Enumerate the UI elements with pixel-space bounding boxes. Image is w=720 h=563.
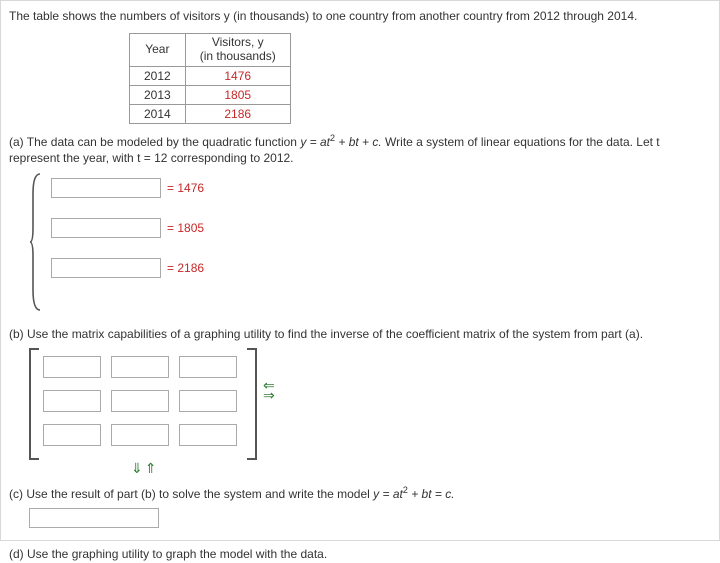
equation-rhs: = 1805 <box>167 221 204 235</box>
system-equations: = 1476 = 1805 = 2186 <box>29 172 707 312</box>
value-cell: 1805 <box>185 85 290 104</box>
table-row: 2014 2186 <box>130 104 291 123</box>
matrix-cell-13[interactable] <box>179 356 237 378</box>
column-arrows[interactable]: ⇐ ⇒ <box>263 380 275 400</box>
model-answer-input[interactable] <box>29 508 159 528</box>
part-b-text: (b) Use the matrix capabilities of a gra… <box>9 326 707 342</box>
matrix-cell-12[interactable] <box>111 356 169 378</box>
matrix-cell-11[interactable] <box>43 356 101 378</box>
matrix-block: ⇐ ⇒ ⇓⇑ <box>29 348 707 456</box>
part-c-text: (c) Use the result of part (b) to solve … <box>9 484 707 502</box>
equation-input-1[interactable] <box>51 178 161 198</box>
equation-row: = 2186 <box>51 258 204 278</box>
matrix-cell-22[interactable] <box>111 390 169 412</box>
pc-lead: (c) Use the result of part (b) to solve … <box>9 487 373 501</box>
part-a-text: (a) The data can be modeled by the quadr… <box>9 132 707 166</box>
matrix-cell-21[interactable] <box>43 390 101 412</box>
matrix-cell-32[interactable] <box>111 424 169 446</box>
remove-row-icon[interactable]: ⇑ <box>145 460 159 476</box>
left-bracket-icon <box>29 348 39 460</box>
year-cell: 2013 <box>130 85 186 104</box>
pa-eq-post: + bt + c. <box>335 135 385 149</box>
pa-eq-pre: y = at <box>300 135 330 149</box>
add-column-icon[interactable]: ⇒ <box>263 390 275 400</box>
col-visitors-header: Visitors, y (in thousands) <box>185 34 290 67</box>
matrix-cell-33[interactable] <box>179 424 237 446</box>
equation-row: = 1805 <box>51 218 204 238</box>
vis-head-l2: (in thousands) <box>200 49 276 63</box>
value-cell: 2186 <box>185 104 290 123</box>
vis-head-l1: Visitors, y <box>212 35 264 49</box>
intro-text: The table shows the numbers of visitors … <box>9 9 707 23</box>
table-row: 2012 1476 <box>130 66 291 85</box>
problem-frame: The table shows the numbers of visitors … <box>0 0 720 541</box>
add-row-icon[interactable]: ⇓ <box>131 460 145 476</box>
equation-input-2[interactable] <box>51 218 161 238</box>
matrix-grid <box>43 356 239 450</box>
right-bracket-icon <box>247 348 257 460</box>
matrix-cell-23[interactable] <box>179 390 237 412</box>
col-year-header: Year <box>130 34 186 67</box>
row-arrows[interactable]: ⇓⇑ <box>131 460 158 477</box>
pa-lead: (a) The data can be modeled by the quadr… <box>9 135 300 149</box>
data-table: Year Visitors, y (in thousands) 2012 147… <box>129 33 291 124</box>
equation-row: = 1476 <box>51 178 204 198</box>
year-cell: 2014 <box>130 104 186 123</box>
equation-rhs: = 1476 <box>167 181 204 195</box>
value-cell: 1476 <box>185 66 290 85</box>
table-row: 2013 1805 <box>130 85 291 104</box>
left-brace-icon <box>29 172 43 312</box>
year-cell: 2012 <box>130 66 186 85</box>
equation-input-3[interactable] <box>51 258 161 278</box>
part-d-text: (d) Use the graphing utility to graph th… <box>9 546 707 562</box>
pc-eq-post: + bt = c. <box>408 487 455 501</box>
equation-rhs: = 2186 <box>167 261 204 275</box>
pc-eq-pre: y = at <box>373 487 403 501</box>
matrix-cell-31[interactable] <box>43 424 101 446</box>
